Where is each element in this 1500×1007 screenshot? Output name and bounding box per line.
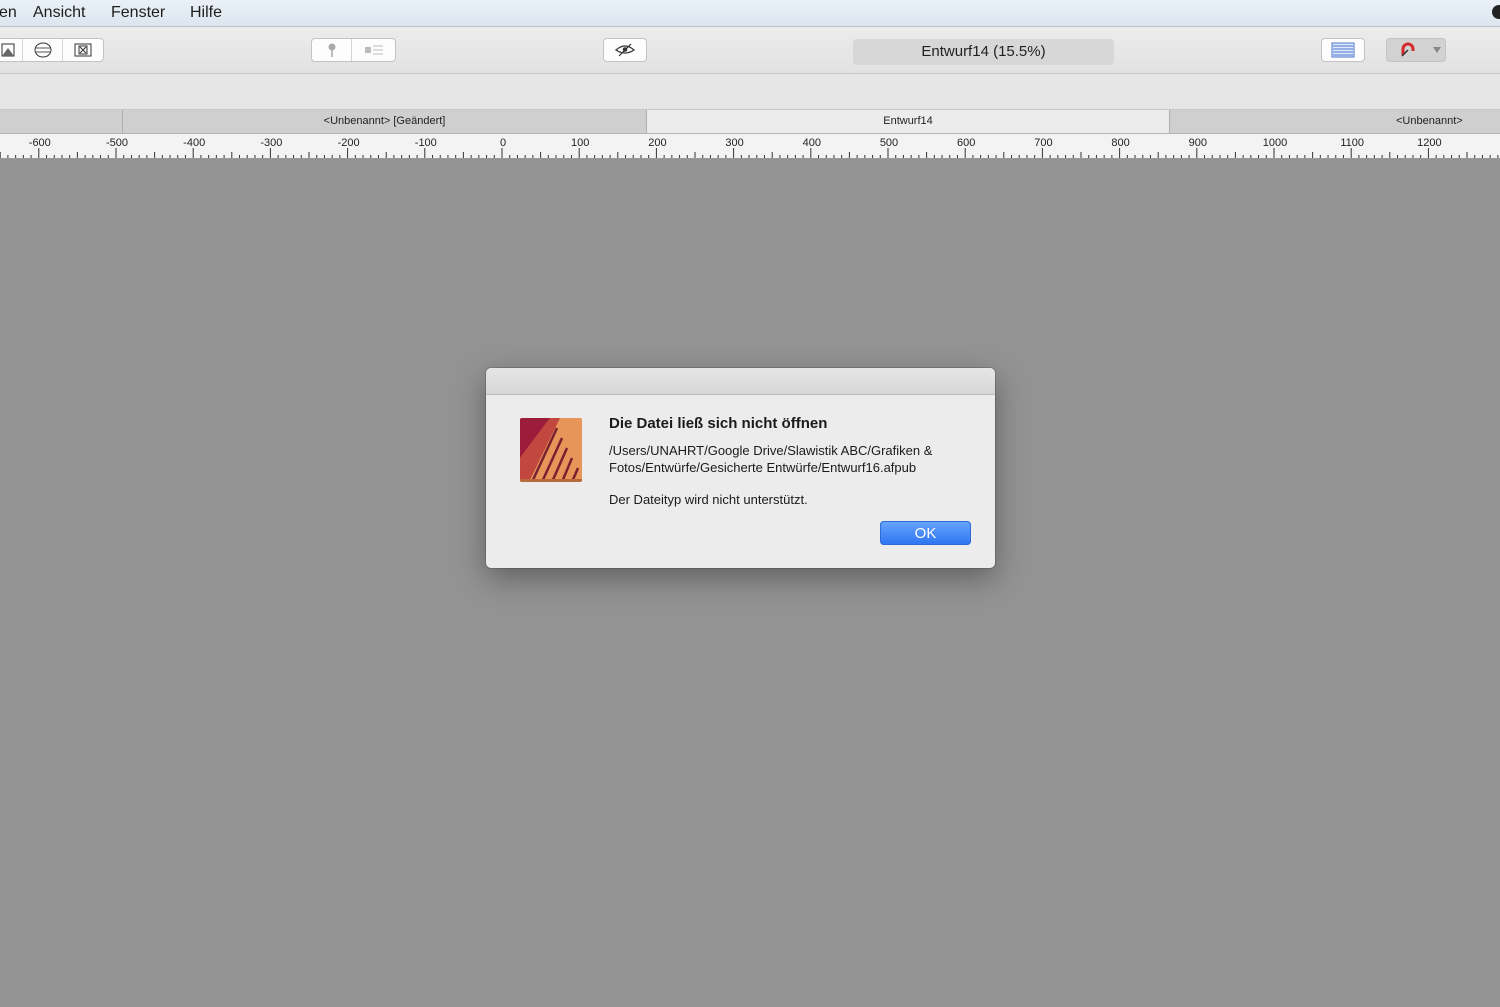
menu-bar: en Ansicht Fenster Hilfe [0,0,1500,27]
toolbar: Entwurf14 (15.5%) [0,27,1500,74]
ruler-label: 0 [500,137,506,149]
horizontal-ruler[interactable]: -600 -500 -400 -300 -200 -100 0 100 200 300 400 500… [0,134,1500,159]
ruler-label: 300 [725,137,743,149]
status-icon[interactable] [1492,5,1500,19]
context-toolbar [0,74,1500,110]
picture-frame-button[interactable] [0,39,23,61]
text-wrap-button[interactable] [352,39,395,61]
preview-group [603,38,647,62]
ruler-label: 100 [571,137,589,149]
tab-entwurf14[interactable]: Entwurf14 [646,110,1169,133]
ruler-label: 600 [957,137,975,149]
ruler-label: 900 [1189,137,1207,149]
ruler-label: -600 [29,137,51,149]
ruler-label: 800 [1111,137,1129,149]
baseline-grid-button[interactable] [1322,39,1364,61]
dialog-titlebar[interactable] [486,368,995,395]
menu-item-fenster[interactable]: Fenster [111,4,165,22]
chevron-down-icon [1433,47,1441,53]
menu-item-partial[interactable]: en [0,4,17,22]
ok-button[interactable]: OK [880,521,971,545]
error-dialog: Die Datei ließ sich nicht öffnen /Users/… [486,368,995,568]
picture-frame-icon [1,43,14,57]
pin-tools-group [311,38,396,62]
empty-frame-button[interactable] [63,39,103,61]
ellipse-frame-icon [34,42,51,58]
document-title: Entwurf14 (15.5%) [853,39,1114,65]
ruler-label: -300 [260,137,282,149]
ruler-label: 1100 [1340,137,1364,149]
preview-mode-button[interactable] [604,39,646,61]
menu-item-ansicht[interactable]: Ansicht [33,4,85,22]
magnet-icon [1400,42,1414,57]
text-wrap-icon [364,45,383,55]
ruler-label: -500 [106,137,128,149]
ruler-label: 200 [648,137,666,149]
document-tabs: <Unbenannt> [Geändert] Entwurf14 <Unbena… [0,110,1500,134]
eye-icon [614,43,636,57]
ruler-label: -400 [183,137,205,149]
snapping-dropdown[interactable] [1429,39,1445,61]
ruler-label: -200 [338,137,360,149]
dialog-title: Die Datei ließ sich nicht öffnen [609,415,828,432]
empty-frame-icon [74,43,92,57]
ruler-label: 1200 [1417,137,1441,149]
ruler-label: 400 [803,137,821,149]
snapping-button[interactable] [1387,39,1429,61]
menu-item-hilfe[interactable]: Hilfe [190,4,222,22]
pin-icon [328,43,335,57]
ruler-label: 1000 [1263,137,1287,149]
ruler-scale: -600 -500 -400 -300 -200 -100 0 100 200 300 400 500… [0,137,1499,158]
snapping-group [1386,38,1446,62]
ellipse-frame-button[interactable] [23,39,63,61]
dialog-file-path: /Users/UNAHRT/Google Drive/Slawistik ABC… [609,443,933,475]
ruler-label: 700 [1034,137,1052,149]
frame-tools-group [0,38,104,62]
dialog-reason: Der Dateityp wird nicht unterstützt. [609,492,808,507]
ruler-label: 500 [880,137,898,149]
baseline-grid-icon [1331,42,1355,58]
pin-button[interactable] [312,39,352,61]
ruler-label: -100 [415,137,437,149]
baseline-group [1321,38,1365,62]
affinity-publisher-icon [520,418,582,487]
tab-unbenannt-geaendert[interactable]: <Unbenannt> [Geändert] [122,110,646,133]
canvas-area[interactable] [0,159,1500,1007]
tab-unbenannt[interactable]: <Unbenannt> [1169,110,1500,133]
